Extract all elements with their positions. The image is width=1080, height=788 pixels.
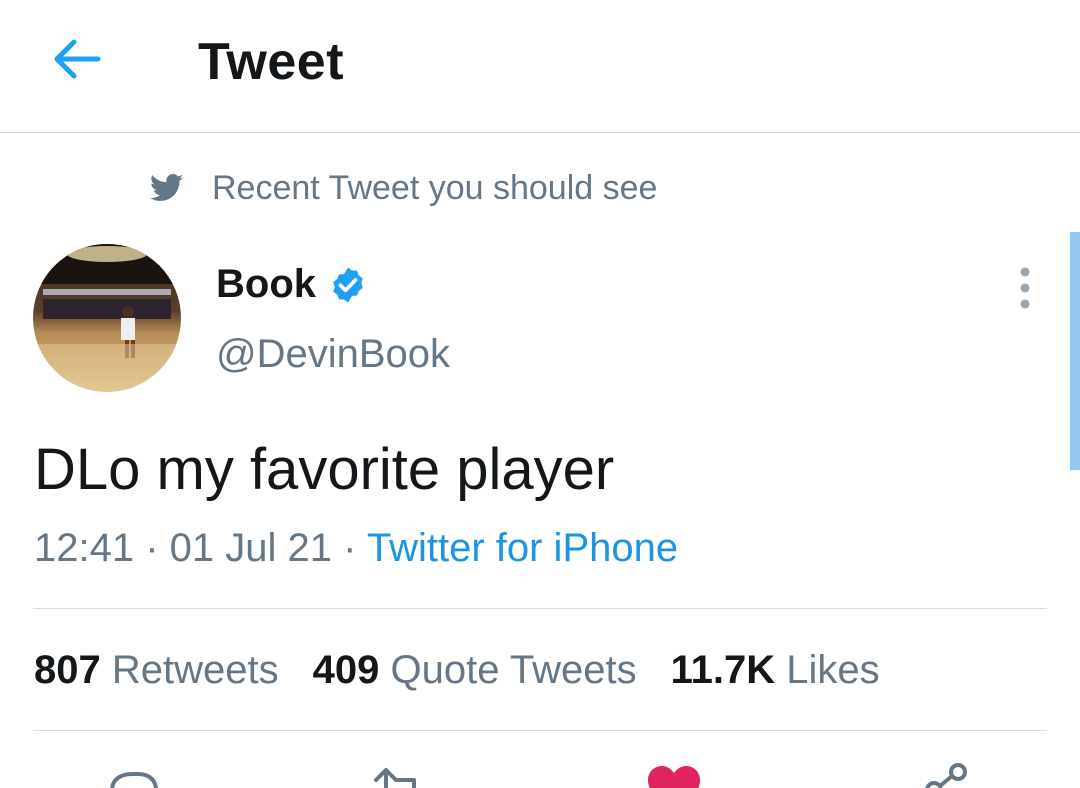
tweet-context: Recent Tweet you should see — [150, 166, 657, 210]
quote-tweets-stat[interactable]: 409 Quote Tweets — [313, 648, 637, 693]
reply-button[interactable] — [104, 760, 164, 788]
back-button[interactable] — [50, 34, 104, 84]
like-icon — [648, 766, 700, 788]
likes-label: Likes — [786, 648, 880, 692]
tweet-text: DLo my favorite player — [34, 437, 615, 502]
share-icon — [925, 763, 967, 788]
quote-tweets-label: Quote Tweets — [390, 648, 637, 692]
retweet-icon — [374, 768, 416, 788]
meta-separator: · — [343, 526, 367, 570]
divider — [33, 730, 1047, 731]
likes-stat[interactable]: 11.7K Likes — [671, 648, 880, 693]
author-handle[interactable]: @DevinBook — [216, 332, 450, 377]
verified-badge-icon — [333, 267, 363, 302]
retweet-button[interactable] — [370, 760, 430, 788]
share-button[interactable] — [920, 760, 980, 788]
scrollbar[interactable] — [1070, 232, 1080, 470]
like-button[interactable] — [644, 760, 704, 788]
tweet-time: 12:41 — [34, 526, 135, 570]
divider — [33, 608, 1047, 609]
page-title: Tweet — [198, 33, 345, 91]
retweets-label: Retweets — [111, 648, 279, 692]
back-arrow-icon — [54, 39, 101, 79]
more-options-button[interactable] — [1008, 266, 1042, 310]
context-label: Recent Tweet you should see — [212, 168, 658, 207]
top-bar: Tweet — [0, 0, 1080, 133]
tweet-date: 01 Jul 21 — [169, 526, 333, 570]
tweet-stats: 807 Retweets 409 Quote Tweets 11.7K Like… — [34, 648, 914, 693]
retweets-count: 807 — [34, 648, 101, 692]
twitter-bird-icon — [150, 174, 184, 201]
author-name[interactable]: Book — [216, 262, 368, 307]
tweet-meta: 12:41 · 01 Jul 21 · Twitter for iPhone — [34, 526, 678, 571]
display-name: Book — [216, 262, 316, 306]
reply-icon — [110, 772, 158, 788]
tweet-source-link[interactable]: Twitter for iPhone — [367, 526, 678, 570]
avatar-photo — [33, 244, 181, 392]
likes-count: 11.7K — [670, 648, 776, 692]
retweets-stat[interactable]: 807 Retweets — [34, 648, 279, 693]
avatar[interactable] — [33, 244, 181, 392]
meta-separator: · — [145, 526, 170, 570]
quote-tweets-count: 409 — [312, 648, 380, 692]
more-vertical-icon — [1020, 267, 1030, 309]
